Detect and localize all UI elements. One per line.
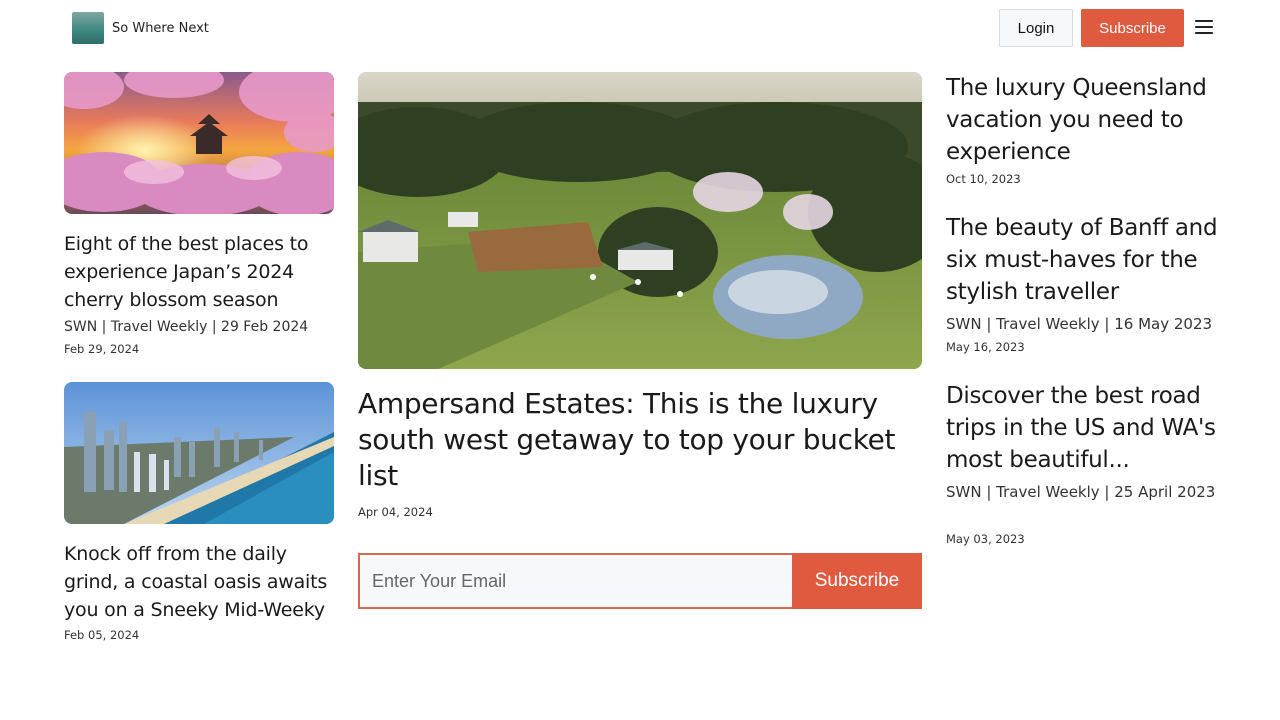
- article-meta-banff: SWN | Travel Weekly | 16 May 2023: [946, 315, 1213, 333]
- gold-coast-image[interactable]: [64, 382, 334, 524]
- newsletter-subscribe-button[interactable]: Subscribe: [792, 553, 922, 609]
- article-title-banff[interactable]: The beauty of Banff and six must-haves f…: [946, 212, 1226, 308]
- article-meta-road-trips: SWN | Travel Weekly | 25 April 2023: [946, 483, 1216, 501]
- article-title-road-trips[interactable]: Discover the best road trips in the US a…: [946, 380, 1226, 476]
- article-date-coastal-oasis: Feb 05, 2024: [64, 628, 140, 642]
- email-input[interactable]: Enter Your Email: [358, 553, 792, 609]
- site-logo-icon: [72, 12, 104, 44]
- article-date-road-trips: May 03, 2023: [946, 532, 1025, 546]
- article-date-queensland: Oct 10, 2023: [946, 172, 1021, 186]
- feature-article-title[interactable]: Ampersand Estates: This is the luxury so…: [358, 386, 922, 494]
- article-date-cherry-blossom: Feb 29, 2024: [64, 342, 140, 356]
- header-subscribe-button[interactable]: Subscribe: [1081, 9, 1184, 47]
- article-meta-cherry-blossom: SWN | Travel Weekly | 29 Feb 2024: [64, 319, 309, 335]
- article-date-banff: May 16, 2023: [946, 340, 1025, 354]
- ampersand-estates-image[interactable]: [358, 72, 922, 369]
- login-button[interactable]: Login: [999, 9, 1073, 47]
- site-header: So Where Next Login Subscribe: [0, 0, 1280, 56]
- feature-article-date: Apr 04, 2024: [358, 505, 433, 519]
- cherry-blossom-image[interactable]: [64, 72, 334, 214]
- article-title-coastal-oasis[interactable]: Knock off from the daily grind, a coasta…: [64, 540, 334, 624]
- hamburger-menu-icon[interactable]: [1195, 20, 1213, 34]
- article-title-cherry-blossom[interactable]: Eight of the best places to experience J…: [64, 230, 334, 314]
- brand-link[interactable]: So Where Next: [72, 12, 209, 44]
- brand-name: So Where Next: [112, 20, 209, 36]
- article-title-queensland[interactable]: The luxury Queensland vacation you need …: [946, 72, 1226, 168]
